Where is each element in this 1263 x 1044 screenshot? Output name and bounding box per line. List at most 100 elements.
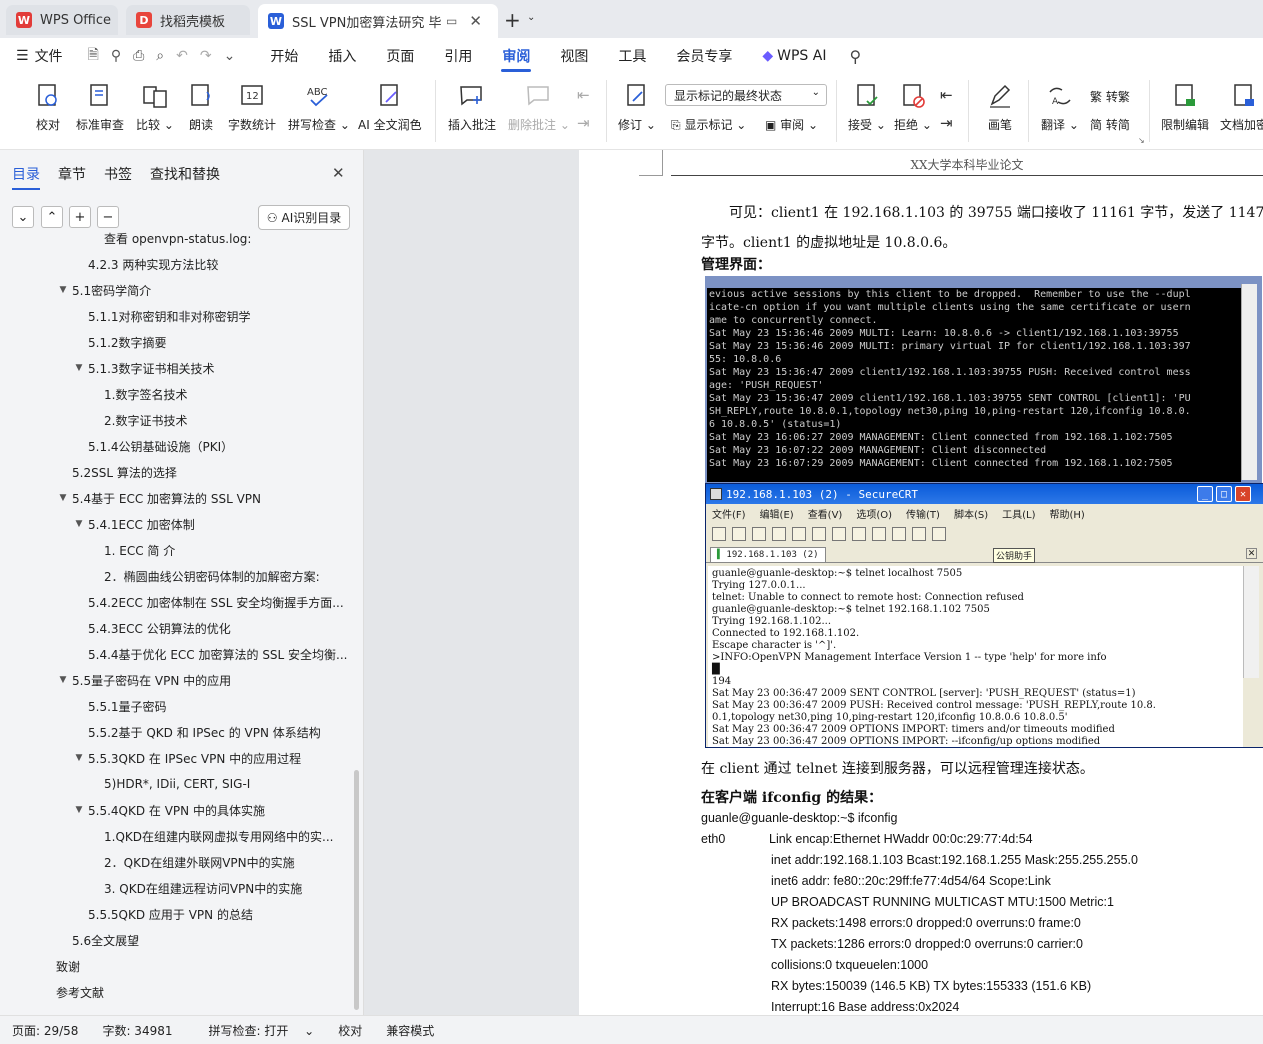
link-icon[interactable]: ⚲ bbox=[111, 48, 121, 64]
toc-item[interactable]: 3. QKD在组建远程访问VPN中的实施 bbox=[0, 875, 352, 901]
to-traditional-button[interactable]: 繁 转繁 bbox=[1090, 88, 1130, 105]
prev-change-icon[interactable]: ⇤ bbox=[940, 86, 953, 104]
close-tab-icon[interactable]: ✕ bbox=[469, 12, 482, 30]
securecrt-menu-item[interactable]: 文件(F) bbox=[712, 506, 746, 521]
toc-item[interactable]: 4.2.3 两种实现方法比较 bbox=[0, 251, 352, 277]
file-menu[interactable]: ☰ 文件 bbox=[0, 38, 78, 74]
minimize-icon[interactable]: _ bbox=[1197, 486, 1213, 502]
restrict-edit-button[interactable]: 限制编辑 bbox=[1161, 82, 1209, 133]
redo-icon[interactable]: ↷ bbox=[200, 48, 212, 64]
review-pane-button[interactable]: ▣ 审阅 ⌄ bbox=[765, 116, 818, 133]
toc-item[interactable]: 5.6全文展望 bbox=[0, 927, 352, 953]
securecrt-scrollbar[interactable] bbox=[1243, 566, 1259, 678]
toc-item[interactable]: ▼ 5.4.1ECC 加密体制 bbox=[0, 511, 352, 537]
collapse-arrow-icon[interactable]: ▼ bbox=[56, 285, 70, 295]
close-window-icon[interactable]: ✕ bbox=[1235, 486, 1251, 502]
pen-button[interactable]: 画笔 bbox=[986, 82, 1014, 133]
settings-icon[interactable] bbox=[872, 527, 886, 541]
page-indicator[interactable]: 页面: 29/58 bbox=[0, 1022, 90, 1039]
next-comment-icon[interactable]: ⇥ bbox=[577, 114, 590, 132]
monitor-icon[interactable]: ▭ bbox=[446, 14, 457, 28]
toc-item[interactable]: 5.1.4公钥基础设施（PKI） bbox=[0, 433, 352, 459]
tab-wps-office[interactable]: W WPS Office bbox=[6, 5, 118, 35]
collapse-arrow-icon[interactable]: ▼ bbox=[56, 675, 70, 685]
toc-item[interactable]: ▼ 5.1密码学简介 bbox=[0, 277, 352, 303]
reject-button[interactable]: 拒绝 ⌄ bbox=[894, 82, 932, 133]
accept-button[interactable]: 接受 ⌄ bbox=[848, 82, 886, 133]
toc-item[interactable]: 5.1.2数字摘要 bbox=[0, 329, 352, 355]
tab-docer[interactable]: D 找稻壳模板 bbox=[126, 5, 250, 35]
nav-scrollbar[interactable] bbox=[354, 770, 359, 1010]
toc-item[interactable]: 5.1.1对称密钥和非对称密钥学 bbox=[0, 303, 352, 329]
collapse-arrow-icon[interactable]: ▼ bbox=[72, 519, 86, 529]
help-icon[interactable] bbox=[932, 527, 946, 541]
securecrt-menu-item[interactable]: 脚本(S) bbox=[954, 506, 988, 521]
word-count-button[interactable]: 12 字数统计 bbox=[228, 82, 276, 133]
insert-comment-button[interactable]: 插入批注 bbox=[448, 82, 496, 133]
keymap-icon[interactable] bbox=[892, 527, 906, 541]
toc-item[interactable]: 1.数字签名技术 bbox=[0, 381, 352, 407]
find-icon[interactable] bbox=[832, 527, 846, 541]
toc-item[interactable]: 5.2SSL 算法的选择 bbox=[0, 459, 352, 485]
menu-start[interactable]: 开始 bbox=[255, 38, 313, 74]
copy-icon[interactable] bbox=[792, 527, 806, 541]
ai-polish-button[interactable]: AI 全文润色 bbox=[358, 82, 422, 133]
toc-item[interactable]: 5.5.1量子密码 bbox=[0, 693, 352, 719]
nav-tab-toc[interactable]: 目录 bbox=[12, 164, 40, 190]
collapse-arrow-icon[interactable]: ▼ bbox=[72, 363, 86, 373]
maximize-icon[interactable]: □ bbox=[1216, 486, 1232, 502]
search-icon[interactable]: ⚲ bbox=[849, 47, 861, 66]
toc-item[interactable]: 5.4.2ECC 加密体制在 SSL 安全均衡握手方面... bbox=[0, 589, 352, 615]
menu-member[interactable]: 会员专享 bbox=[661, 38, 747, 74]
markup-state-select[interactable]: 显示标记的最终状态 ⌄ bbox=[665, 84, 827, 106]
compare-button[interactable]: 比较 ⌄ bbox=[136, 82, 174, 133]
menu-tools[interactable]: 工具 bbox=[603, 38, 661, 74]
collapse-arrow-icon[interactable]: ▼ bbox=[72, 805, 86, 815]
show-markup-button[interactable]: ⎘ 显示标记 ⌄ bbox=[671, 116, 746, 133]
toc-item[interactable]: 致谢 bbox=[0, 953, 352, 979]
securecrt-menu-item[interactable]: 查看(V) bbox=[808, 506, 843, 521]
securecrt-menu-item[interactable]: 帮助(H) bbox=[1049, 506, 1084, 521]
toc-item[interactable]: 5.4.4基于优化 ECC 加密算法的 SSL 安全均衡... bbox=[0, 641, 352, 667]
toc-item[interactable]: ▼ 5.4基于 ECC 加密算法的 SSL VPN bbox=[0, 485, 352, 511]
prev-comment-icon[interactable]: ⇤ bbox=[577, 86, 590, 104]
menu-view[interactable]: 视图 bbox=[545, 38, 603, 74]
read-aloud-button[interactable]: 朗读 bbox=[187, 82, 215, 133]
toc-item[interactable]: 查看 openvpn-status.log: bbox=[0, 225, 352, 251]
delete-comment-button[interactable]: 删除批注 ⌄ bbox=[508, 82, 570, 133]
toc-item[interactable]: 2．椭圆曲线公钥密码体制的加解密方案: bbox=[0, 563, 352, 589]
close-icon[interactable]: ✕ bbox=[332, 164, 345, 182]
proofread-button[interactable]: 校对 bbox=[34, 82, 62, 133]
collapse-arrow-icon[interactable]: ▼ bbox=[72, 753, 86, 763]
spell-check-status[interactable]: 拼写检查: 打开 ⌄ bbox=[185, 1022, 327, 1039]
document-page[interactable]: XX大学本科毕业论文 可见：client1 在 192.168.1.103 的 … bbox=[579, 150, 1263, 1015]
revise-button[interactable]: 修订 ⌄ bbox=[618, 82, 656, 133]
key-icon[interactable] bbox=[912, 527, 926, 541]
toc-item[interactable]: 5.5.2基于 QKD 和 IPSec 的 VPN 体系结构 bbox=[0, 719, 352, 745]
menu-reference[interactable]: 引用 bbox=[429, 38, 487, 74]
securecrt-session-tab[interactable]: ▌ 192.168.1.103 (2) bbox=[710, 546, 826, 562]
securecrt-menu-item[interactable]: 工具(L) bbox=[1002, 506, 1035, 521]
toc-item[interactable]: 2.数字证书技术 bbox=[0, 407, 352, 433]
toc-item[interactable]: 5)HDR*, IDii, CERT, SIG-I bbox=[0, 771, 352, 797]
ribbon-expand-icon[interactable]: ↘ bbox=[1138, 136, 1145, 145]
close-tab-icon[interactable]: ✕ bbox=[1246, 548, 1257, 559]
toc-item[interactable]: 1.QKD在组建内联网虚拟专用网络中的实... bbox=[0, 823, 352, 849]
undo-icon[interactable]: ↶ bbox=[176, 48, 188, 64]
toc-item[interactable]: 1. ECC 简 介 bbox=[0, 537, 352, 563]
paste-icon[interactable] bbox=[812, 527, 826, 541]
nav-tab-bookmark[interactable]: 书签 bbox=[104, 164, 132, 190]
securecrt-menu-item[interactable]: 编辑(E) bbox=[760, 506, 794, 521]
std-review-button[interactable]: 标准审查 bbox=[76, 82, 124, 133]
securecrt-terminal[interactable]: guanle@guanle-desktop:~$ telnet localhos… bbox=[708, 566, 1243, 747]
print-icon[interactable]: ⎙ bbox=[133, 48, 144, 64]
proofread-status[interactable]: 校对 bbox=[326, 1022, 374, 1039]
collapse-arrow-icon[interactable]: ▼ bbox=[56, 493, 70, 503]
new-tab-icon[interactable]: + bbox=[504, 8, 521, 32]
translate-button[interactable]: A 翻译 ⌄ bbox=[1041, 82, 1079, 133]
tab-document[interactable]: W SSL VPN加密算法研究 毕业论 ▭ ✕ bbox=[258, 4, 498, 38]
securecrt-menu-item[interactable]: 传输(T) bbox=[906, 506, 940, 521]
print-icon[interactable] bbox=[852, 527, 866, 541]
nav-tab-find-replace[interactable]: 查找和替换 bbox=[150, 164, 220, 190]
toc-item[interactable]: ▼ 5.1.3数字证书相关技术 bbox=[0, 355, 352, 381]
